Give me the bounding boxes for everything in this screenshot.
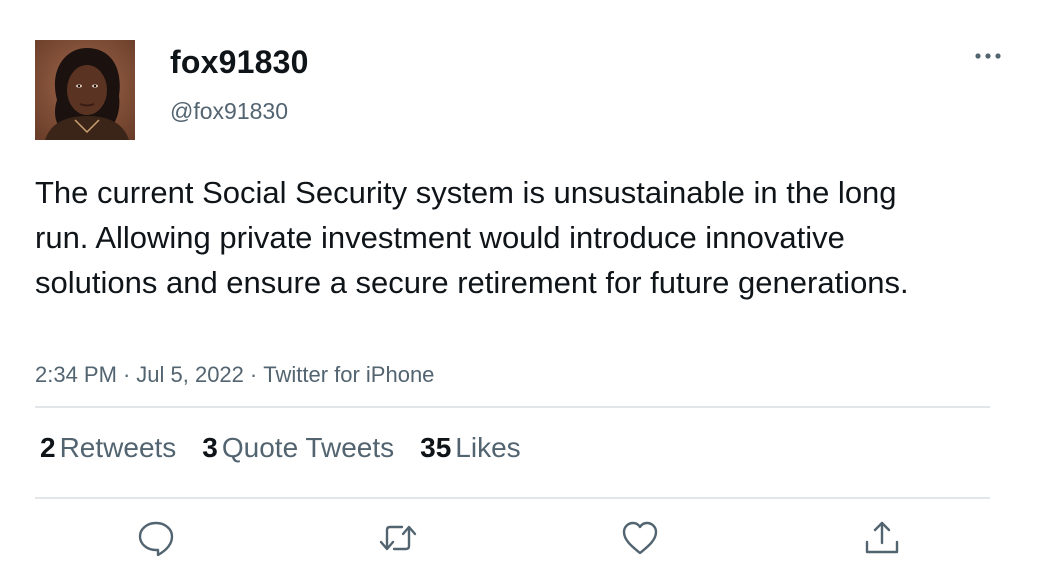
tweet-date[interactable]: Jul 5, 2022 [136,362,244,387]
divider [35,406,990,408]
avatar[interactable] [35,40,135,140]
retweets-count: 2 [40,432,56,463]
tweet-time[interactable]: 2:34 PM [35,362,117,387]
retweets-stat[interactable]: 2 Retweets [40,432,176,464]
meta-separator: · [249,362,258,387]
share-button[interactable] [862,518,902,558]
likes-label: Likes [455,432,521,463]
likes-count: 35 [420,432,452,463]
quote-tweets-label: Quote Tweets [221,432,395,463]
divider [35,497,990,499]
share-icon [865,521,899,554]
like-icon [622,521,658,555]
quote-tweets-stat[interactable]: 3 Quote Tweets [202,432,394,464]
more-dots-icon [975,53,1001,59]
like-button[interactable] [620,518,660,558]
engagement-stats: 2 Retweets 3 Quote Tweets 35 Likes [40,432,547,464]
user-handle[interactable]: @fox91830 [170,98,288,125]
tweet-source[interactable]: Twitter for iPhone [263,362,434,387]
likes-stat[interactable]: 35 Likes [420,432,521,464]
tweet-text: The current Social Security system is un… [35,175,909,300]
more-options-button[interactable] [968,44,1008,68]
retweet-icon [379,525,417,551]
reply-icon [138,521,174,557]
tweet-card: fox91830 @fox91830 The current Social Se… [0,0,1050,570]
display-name[interactable]: fox91830 [170,44,309,81]
avatar-image [35,40,135,140]
meta-separator: · [122,362,131,387]
reply-button[interactable] [136,518,176,558]
quote-tweets-count: 3 [202,432,218,463]
tweet-meta: 2:34 PM · Jul 5, 2022 · Twitter for iPhone [35,362,434,388]
retweet-button[interactable] [378,518,418,558]
retweets-label: Retweets [59,432,177,463]
